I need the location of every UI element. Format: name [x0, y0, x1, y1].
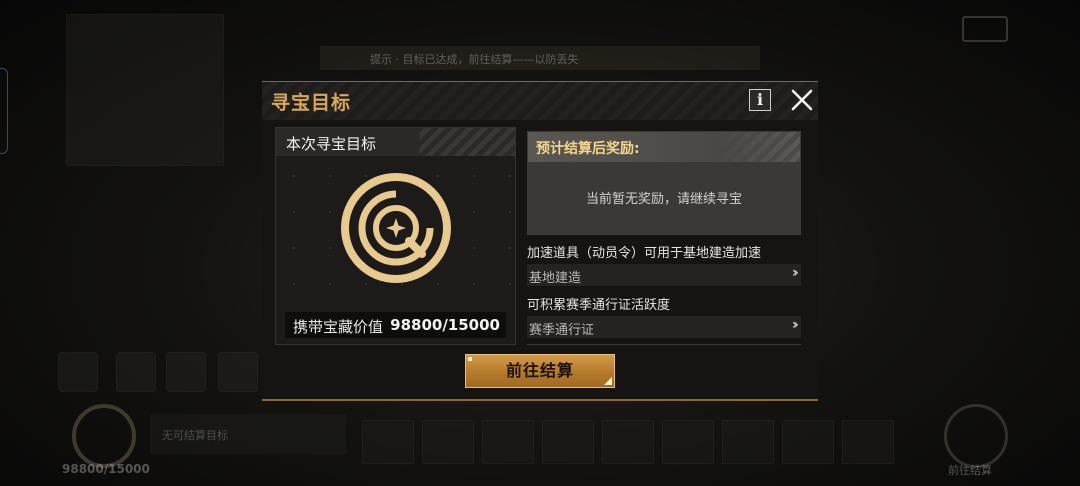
bg-item-slot [422, 420, 474, 464]
bg-item-slot [542, 420, 594, 464]
bg-status-panel [66, 14, 224, 166]
rule-description: 加速道具（动员令）可用于基地建造加速 [527, 246, 762, 261]
bg-dropdown-button [58, 352, 98, 392]
bg-back-icon [962, 16, 1008, 42]
rule-item: 可积累赛季通行证活跃度 赛季通行证 ›› [527, 294, 801, 338]
bg-notice-text: 提示 · 目标已达成，前往结算——以防丢失 [370, 53, 579, 66]
bg-item-slot [662, 420, 714, 464]
reward-body: 当前暂无奖励，请继续寻宝 [528, 162, 800, 234]
target-card-title: 本次寻宝目标 [286, 135, 377, 153]
double-chevron-right-icon: ›› [791, 317, 799, 333]
base-build-link[interactable]: 基地建造 ›› [527, 264, 801, 286]
button-corner-mark [604, 377, 612, 385]
bg-signal-icon [944, 404, 1008, 468]
bg-item-slot [842, 420, 894, 464]
go-settle-button[interactable]: 前往结算 [465, 354, 615, 388]
reward-preview: 预计结算后奖励: 当前暂无奖励，请继续寻宝 [527, 131, 801, 235]
bg-item-slot [782, 420, 834, 464]
treasure-target-dialog: 寻宝目标 i 本次寻宝目标 携带宝藏价值 98800/15000 预计结算后奖励… [262, 81, 818, 401]
bg-friends-button [116, 352, 156, 392]
close-icon[interactable] [790, 88, 814, 112]
rule-link-label: 赛季通行证 [529, 323, 595, 338]
rule-link-label: 基地建造 [529, 271, 582, 286]
rule-description: 可积累赛季通行证活跃度 [527, 298, 671, 313]
treasure-value-row: 携带宝藏价值 98800/15000 [285, 312, 506, 338]
season-pass-link[interactable]: 赛季通行证 ›› [527, 316, 801, 338]
bg-item-slot [722, 420, 774, 464]
bg-item-slot [482, 420, 534, 464]
dialog-title: 寻宝目标 [271, 92, 352, 114]
treasure-value: 98800/15000 [390, 316, 500, 334]
divider [527, 344, 801, 345]
target-card: 本次寻宝目标 携带宝藏价值 98800/15000 [275, 127, 516, 345]
target-card-header: 本次寻宝目标 [276, 128, 515, 156]
treasure-radar-icon [341, 173, 451, 283]
go-settle-label: 前往结算 [505, 361, 574, 380]
button-corner-mark [468, 357, 472, 361]
bg-item-slot [362, 420, 414, 464]
reward-title: 预计结算后奖励: [536, 141, 640, 157]
bg-bottom-bar: 无可结算目标 [150, 414, 346, 454]
game-screen: 提示 · 目标已达成，前往结算——以防丢失 98800/15000 无可结算目标… [0, 0, 1080, 486]
double-chevron-right-icon: ›› [791, 265, 799, 281]
reward-empty-text: 当前暂无奖励，请继续寻宝 [585, 192, 742, 207]
info-icon[interactable]: i [749, 89, 771, 111]
bg-side-tab [0, 68, 8, 154]
bg-treasure-value: 98800/15000 [62, 462, 150, 476]
reward-header: 预计结算后奖励: [528, 132, 800, 162]
bg-mail-button [218, 352, 258, 392]
bg-bottom-text: 无可结算目标 [162, 429, 228, 442]
dialog-header: 寻宝目标 i [262, 82, 818, 120]
bg-item-slot [602, 420, 654, 464]
rule-item: 加速道具（动员令）可用于基地建造加速 基地建造 ›› [527, 242, 801, 286]
bg-tasks-button [166, 352, 206, 392]
treasure-value-label: 携带宝藏价值 [293, 318, 384, 336]
bg-settle-label: 前往结算 [948, 464, 992, 477]
bg-radar-icon [72, 404, 136, 468]
bg-notice-banner: 提示 · 目标已达成，前往结算——以防丢失 [320, 46, 760, 70]
